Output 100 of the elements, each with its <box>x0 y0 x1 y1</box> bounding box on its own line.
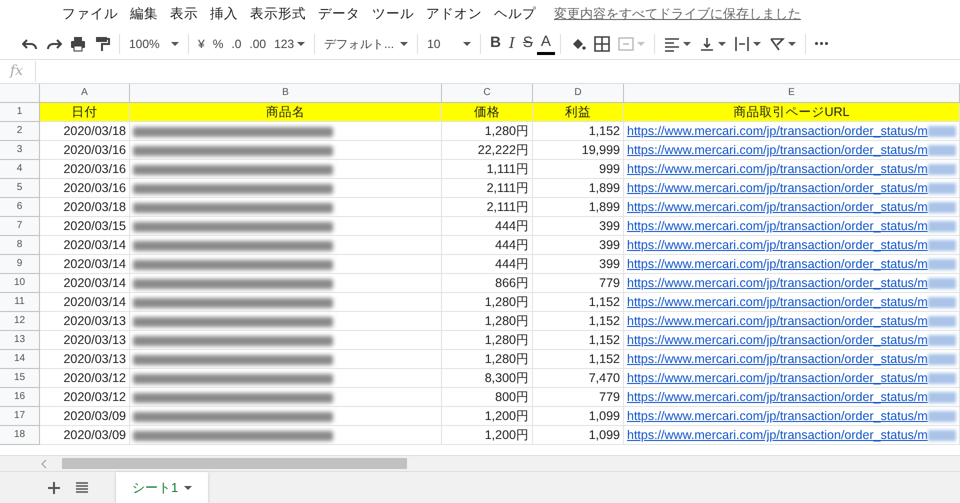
menu-item[interactable]: 編集 <box>124 4 164 24</box>
borders-icon <box>594 36 610 52</box>
strikethrough-button[interactable]: S <box>518 32 537 56</box>
row-header[interactable]: 17 <box>0 407 40 426</box>
column-header[interactable]: D <box>533 84 624 103</box>
save-status-link[interactable]: 変更内容をすべてドライブに保存しました <box>554 4 801 24</box>
price-cell: 444円 <box>442 236 533 255</box>
menu-item[interactable]: ヘルプ <box>488 4 542 24</box>
blurred-text <box>928 296 956 308</box>
caret-icon <box>718 42 726 46</box>
row-header[interactable]: 2 <box>0 122 40 141</box>
row-header[interactable]: 14 <box>0 350 40 369</box>
blurred-text <box>928 202 956 212</box>
url-link[interactable]: https://www.mercari.com/jp/transaction/order_status/m <box>627 198 928 216</box>
url-link[interactable]: https://www.mercari.com/jp/transaction/order_status/m <box>627 331 928 349</box>
price-cell: 1,280円 <box>442 331 533 350</box>
column-header[interactable]: E <box>624 84 960 103</box>
profit-cell: 999 <box>533 160 624 179</box>
row-header[interactable]: 15 <box>0 369 40 388</box>
menu-item[interactable]: ツール <box>366 4 420 24</box>
row-header[interactable]: 8 <box>0 236 40 255</box>
menu-item[interactable]: アドオン <box>420 4 488 24</box>
font-dropdown[interactable]: デフォルト... <box>320 32 412 56</box>
date-cell: 2020/03/09 <box>40 426 130 445</box>
url-link[interactable]: https://www.mercari.com/jp/transaction/order_status/m <box>627 160 928 178</box>
align-icon <box>664 36 680 52</box>
url-link[interactable]: https://www.mercari.com/jp/transaction/order_status/m <box>627 217 928 235</box>
url-link[interactable]: https://www.mercari.com/jp/transaction/order_status/m <box>627 312 928 330</box>
currency-button[interactable]: ¥ <box>194 32 209 56</box>
price-cell: 2,111円 <box>442 179 533 198</box>
menu-item[interactable]: 表示 <box>164 4 204 24</box>
url-link[interactable]: https://www.mercari.com/jp/transaction/order_status/m <box>627 426 928 444</box>
increase-decimals-button[interactable]: .00 <box>245 32 270 56</box>
caret-icon <box>752 42 761 46</box>
row-header[interactable]: 5 <box>0 179 40 198</box>
row-header[interactable]: 11 <box>0 293 40 312</box>
url-link[interactable]: https://www.mercari.com/jp/transaction/order_status/m <box>627 369 928 387</box>
date-cell: 2020/03/14 <box>40 255 130 274</box>
profit-cell: 19,999 <box>533 141 624 160</box>
text-color-button[interactable]: A <box>536 32 555 54</box>
date-cell: 2020/03/14 <box>40 274 130 293</box>
caret-icon <box>297 42 306 46</box>
url-link[interactable]: https://www.mercari.com/jp/transaction/order_status/m <box>627 350 928 368</box>
profit-cell: 7,470 <box>533 369 624 388</box>
scroll-left-icon <box>40 458 48 468</box>
row-header[interactable]: 7 <box>0 217 40 236</box>
menu-item[interactable]: データ <box>312 4 366 24</box>
decrease-decimals-button[interactable]: .0 <box>227 32 246 56</box>
url-link[interactable]: https://www.mercari.com/jp/transaction/order_status/m <box>627 236 928 254</box>
font-size-dropdown[interactable]: 10 <box>423 32 476 56</box>
url-link[interactable]: https://www.mercari.com/jp/transaction/order_status/m <box>627 255 928 273</box>
row-header[interactable]: 6 <box>0 198 40 217</box>
url-link[interactable]: https://www.mercari.com/jp/transaction/order_status/m <box>627 388 928 406</box>
row-header[interactable]: 18 <box>0 426 40 445</box>
blurred-text <box>928 410 956 422</box>
profit-cell: 1,899 <box>533 198 624 217</box>
url-link[interactable]: https://www.mercari.com/jp/transaction/order_status/m <box>627 122 928 140</box>
blurred-text <box>928 144 956 156</box>
date-cell: 2020/03/13 <box>40 312 130 331</box>
zoom-dropdown[interactable]: 100% <box>125 32 183 56</box>
price-cell: 22,222円 <box>442 141 533 160</box>
url-link[interactable]: https://www.mercari.com/jp/transaction/order_status/m <box>627 293 928 311</box>
url-link[interactable]: https://www.mercari.com/jp/transaction/order_status/m <box>627 407 928 425</box>
row-header[interactable]: 12 <box>0 312 40 331</box>
blurred-text <box>928 430 956 440</box>
profit-cell: 1,099 <box>533 407 624 426</box>
url-link[interactable]: https://www.mercari.com/jp/transaction/order_status/m <box>627 179 928 197</box>
price-cell: 1,280円 <box>442 350 533 369</box>
profit-cell: 779 <box>533 388 624 407</box>
row-header[interactable]: 1 <box>0 103 40 122</box>
vertical-align-icon <box>698 36 715 52</box>
plus-icon <box>48 482 60 494</box>
price-cell: 1,200円 <box>442 407 533 426</box>
bold-button[interactable]: B <box>486 32 505 56</box>
row-header[interactable]: 9 <box>0 255 40 274</box>
url-link[interactable]: https://www.mercari.com/jp/transaction/order_status/m <box>627 274 928 292</box>
menu-item[interactable]: 挿入 <box>204 4 244 24</box>
column-header[interactable]: B <box>130 84 442 103</box>
blurred-text <box>928 316 956 326</box>
date-cell: 2020/03/12 <box>40 388 130 407</box>
menu-item[interactable]: ファイル <box>56 4 124 24</box>
sheet-tab[interactable]: シート1 <box>116 472 208 503</box>
date-cell: 2020/03/13 <box>40 350 130 369</box>
row-header[interactable]: 3 <box>0 141 40 160</box>
menu-icon <box>76 482 88 494</box>
percent-button[interactable]: % <box>208 32 228 56</box>
url-link[interactable]: https://www.mercari.com/jp/transaction/order_status/m <box>627 141 928 159</box>
row-header[interactable]: 13 <box>0 331 40 350</box>
blurred-text <box>928 258 956 270</box>
column-header[interactable]: A <box>40 84 130 103</box>
row-header[interactable]: 10 <box>0 274 40 293</box>
number-format-dropdown[interactable]: 123 <box>270 32 310 56</box>
column-header[interactable]: C <box>442 84 533 103</box>
menu-item[interactable]: 表示形式 <box>244 4 312 24</box>
row-header[interactable]: 16 <box>0 388 40 407</box>
header-cell: 商品名 <box>130 103 442 122</box>
scrollbar-thumb[interactable] <box>62 458 407 469</box>
profit-cell: 399 <box>533 217 624 236</box>
italic-button[interactable]: I <box>504 32 519 56</box>
row-header[interactable]: 4 <box>0 160 40 179</box>
